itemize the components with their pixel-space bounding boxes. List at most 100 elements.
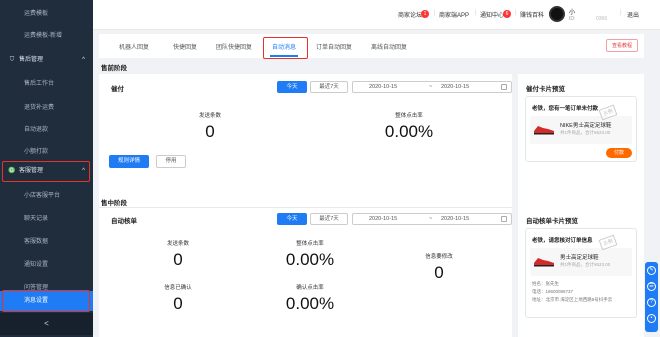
forum-badge: 1 <box>421 10 430 18</box>
today-button[interactable]: 今天 <box>277 81 307 93</box>
date-range-picker[interactable]: 2020-10-15 ~ 2020-10-15 <box>352 81 512 93</box>
sidebar-item-auto-refund[interactable]: 自动退款 <box>0 119 93 141</box>
date-to: 2020-10-15 <box>441 84 470 90</box>
midsale-stage-title: 售中阶段 <box>101 200 127 207</box>
divider: | <box>475 10 477 16</box>
highlight-box <box>2 161 90 182</box>
date-separator: ~ <box>429 216 433 222</box>
tab-bar: 机器人回复 快捷回复 团队快捷回复 自动消息 订单自动回复 离线自动回复 查看教… <box>99 34 644 59</box>
sidebar-item-return-freight[interactable]: 退货补运费 <box>0 97 93 119</box>
divider: | <box>620 10 622 16</box>
presale-stage-title: 售前阶段 <box>101 65 127 72</box>
sidebar-item-freight-template[interactable]: 运费模板 <box>0 3 93 25</box>
stat-label: 发送条数 <box>166 241 189 247</box>
shop-name: 小 <box>569 10 576 16</box>
shop-id: 0366 <box>596 16 608 22</box>
sidebar-item-shop-cs-platform[interactable]: 小店客服平台 <box>0 185 93 207</box>
date-from: 2020-10-15 <box>369 216 398 222</box>
last-7-days-button[interactable]: 最近7天 <box>310 213 348 225</box>
stat-label: 发送条数 <box>198 113 221 119</box>
stat-value: 0 <box>173 250 183 269</box>
divider: | <box>434 10 436 16</box>
last-7-days-button[interactable]: 最近7天 <box>310 81 348 93</box>
preview-product-name: 男士高定足球鞋 <box>560 255 599 261</box>
midsale-preview-title: 自动核单卡片预览 <box>526 218 578 225</box>
midsale-section-title: 自动核单 <box>111 218 137 225</box>
highlight-box <box>263 37 308 59</box>
stat-value: 0 <box>173 294 183 313</box>
stat-label: 整体点击率 <box>395 113 423 119</box>
divider: | <box>515 10 517 16</box>
earning-wiki-link[interactable]: 赚钱百科 <box>520 10 544 19</box>
sidebar-item-chat-records[interactable]: 聊天记录 <box>0 208 93 230</box>
tab-quick-reply[interactable]: 快捷回复 <box>173 42 197 51</box>
preview-message: 老铁，请您核对订单信息 <box>532 238 593 244</box>
sidebar-item-notify-settings[interactable]: 通知设置 <box>0 254 93 276</box>
forum-link[interactable]: 商家论坛 1 <box>398 10 430 19</box>
shop-id-label: ID: <box>569 16 576 22</box>
presale-preview-card: 催付卡片预览 老铁，您有一笔订单未付款 NIKE男士高定足球鞋 共1件商品，合计… <box>518 74 644 210</box>
merchant-app-link[interactable]: 商家端APP <box>439 10 469 19</box>
stat-label: 确认点击率 <box>296 285 324 291</box>
divider <box>99 207 512 208</box>
preview-product: 男士高定足球鞋 共1件商品，合计¥523.00 <box>530 248 632 276</box>
stat-value: 0.00% <box>285 294 335 313</box>
sidebar: 运费模板 运费模板-新增 ⛉ 售后管理 ^ 售后工作台 退货补运费 自动退款 小额… <box>0 0 93 337</box>
shoe-image <box>534 258 554 267</box>
presale-preview-title: 催付卡片预览 <box>526 86 565 93</box>
notification-center-link[interactable]: 通知中心 6 <box>480 10 512 19</box>
sidebar-group-label: 售后管理 <box>19 57 44 63</box>
view-tutorial-button[interactable]: 查看教程 <box>605 39 638 52</box>
disable-button[interactable]: 停用 <box>156 155 186 168</box>
pay-button: 付款 <box>606 148 632 158</box>
tab-team-quick-reply[interactable]: 团队快捷回复 <box>216 42 252 51</box>
stat-value: 0 <box>434 263 444 282</box>
date-separator: ~ <box>429 84 433 90</box>
sidebar-group-aftersale[interactable]: ⛉ 售后管理 ^ <box>0 49 93 71</box>
midsale-preview-box: 老铁，请您核对订单信息 男士高定足球鞋 共1件商品，合计¥523.00 示例 姓… <box>525 228 637 318</box>
stat-label: 信息已确认 <box>164 285 192 291</box>
sidebar-item-cs-data[interactable]: 客服数据 <box>0 231 93 253</box>
top-bar: 商家论坛 1 | 商家端APP | 通知中心 6 | 赚钱百科 小 ID: 0366… <box>93 0 660 30</box>
shoe-image <box>534 126 554 135</box>
preview-product-meta: 共1件商品，合计¥523.00 <box>560 262 611 267</box>
preview-info-name: 姓名：张先生 <box>532 281 559 286</box>
chevron-up-icon: ^ <box>82 57 85 63</box>
midsale-card: 自动核单 今天 最近7天 2020-10-15 ~ 2020-10-15 发送条… <box>99 210 512 337</box>
help-icon[interactable]: ? <box>647 298 656 307</box>
chat-icon[interactable]: • <box>647 314 656 323</box>
preview-product-name: NIKE男士高定足球鞋 <box>560 123 612 129</box>
preview-message: 老铁，您有一笔订单未付款 <box>532 106 599 112</box>
stat-value: 0.00% <box>384 122 434 141</box>
calendar-icon <box>501 84 507 90</box>
date-to: 2020-10-15 <box>441 216 470 222</box>
tab-robot-reply[interactable]: 机器人回复 <box>119 42 149 51</box>
rules-detail-button[interactable]: 规则详情 <box>109 155 149 168</box>
stat-value: 0.00% <box>285 250 335 269</box>
preview-info-address: 地址：北京市 海淀区上地西路8号抖手云 <box>532 297 613 302</box>
logout-link[interactable]: 退出 <box>627 10 639 19</box>
forum-link-label: 商家论坛 <box>398 13 423 19</box>
tab-offline-auto-reply[interactable]: 离线自动回复 <box>371 42 407 51</box>
message-icon[interactable]: ☰ <box>647 282 656 291</box>
highlight-box <box>2 290 90 312</box>
main-content: 机器人回复 快捷回复 团队快捷回复 自动消息 订单自动回复 离线自动回复 查看教… <box>99 34 644 337</box>
notification-badge: 6 <box>503 10 512 18</box>
calendar-icon <box>501 216 507 222</box>
preview-info-phone: 电话：18600086737 <box>532 289 574 294</box>
sidebar-item-freight-template-add[interactable]: 运费模板-新增 <box>0 25 93 47</box>
edit-icon[interactable]: ✎ <box>647 266 656 275</box>
presale-preview-box: 老铁，您有一笔订单未付款 NIKE男士高定足球鞋 共1件商品，合计¥523.00… <box>525 96 637 162</box>
sidebar-item-aftersale-workbench[interactable]: 售后工作台 <box>0 73 93 95</box>
stat-label: 信息要修改 <box>425 254 453 260</box>
notification-label: 通知中心 <box>480 13 505 19</box>
shield-icon: ⛉ <box>9 57 15 63</box>
tab-order-auto-reply[interactable]: 订单自动回复 <box>316 42 352 51</box>
date-range-picker[interactable]: 2020-10-15 ~ 2020-10-15 <box>352 213 512 225</box>
avatar[interactable] <box>549 6 565 22</box>
presale-section-title: 催付 <box>111 86 124 93</box>
midsale-preview-card: 自动核单卡片预览 老铁，请您核对订单信息 男士高定足球鞋 共1件商品，合计¥52… <box>518 210 644 337</box>
today-button[interactable]: 今天 <box>277 213 307 225</box>
preview-product: NIKE男士高定足球鞋 共1件商品，合计¥523.00 <box>530 116 632 144</box>
collapse-sidebar-button[interactable]: < <box>0 313 93 335</box>
